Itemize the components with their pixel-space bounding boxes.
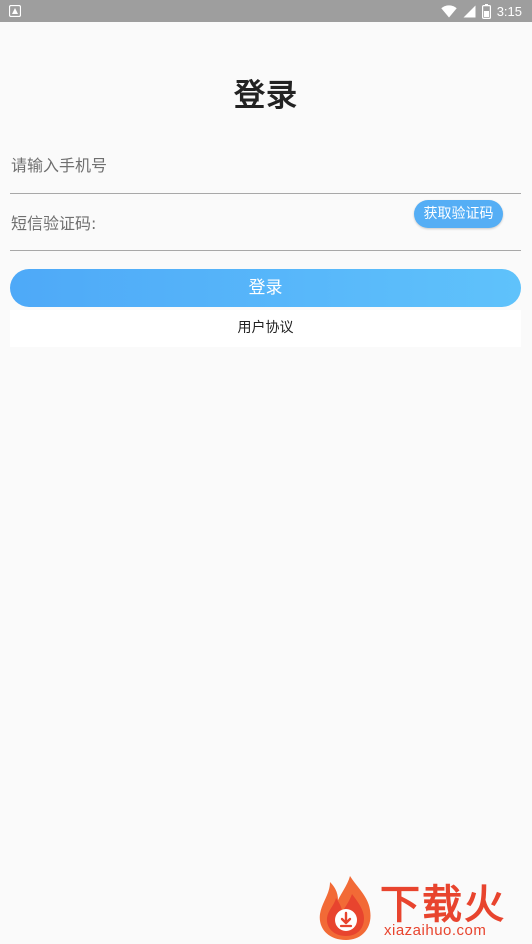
watermark-logo: 下载火 xiazaihuo.com bbox=[314, 872, 532, 944]
status-time: 3:15 bbox=[496, 3, 522, 19]
app-notification-icon bbox=[9, 5, 21, 17]
page-title: 登录 bbox=[234, 78, 298, 114]
sms-code-field: 获取验证码 bbox=[10, 200, 521, 251]
user-agreement-link[interactable]: 用户协议 bbox=[10, 310, 521, 347]
sms-code-input[interactable] bbox=[10, 203, 391, 243]
login-screen: 3:15 登录 获取验证码 登录 用户协议 下载火 xiazaihuo.com bbox=[0, 0, 532, 944]
wifi-icon bbox=[440, 4, 457, 17]
login-button[interactable]: 登录 bbox=[10, 269, 521, 307]
status-icons: 3:15 bbox=[440, 0, 522, 22]
status-bar: 3:15 bbox=[0, 0, 532, 22]
phone-input[interactable] bbox=[10, 145, 391, 185]
battery-icon bbox=[481, 3, 491, 19]
signal-icon bbox=[463, 5, 476, 17]
get-code-button[interactable]: 获取验证码 bbox=[414, 200, 503, 228]
flame-download-icon bbox=[319, 876, 371, 940]
watermark-url: xiazaihuo.com bbox=[384, 922, 487, 939]
phone-field bbox=[10, 145, 521, 194]
